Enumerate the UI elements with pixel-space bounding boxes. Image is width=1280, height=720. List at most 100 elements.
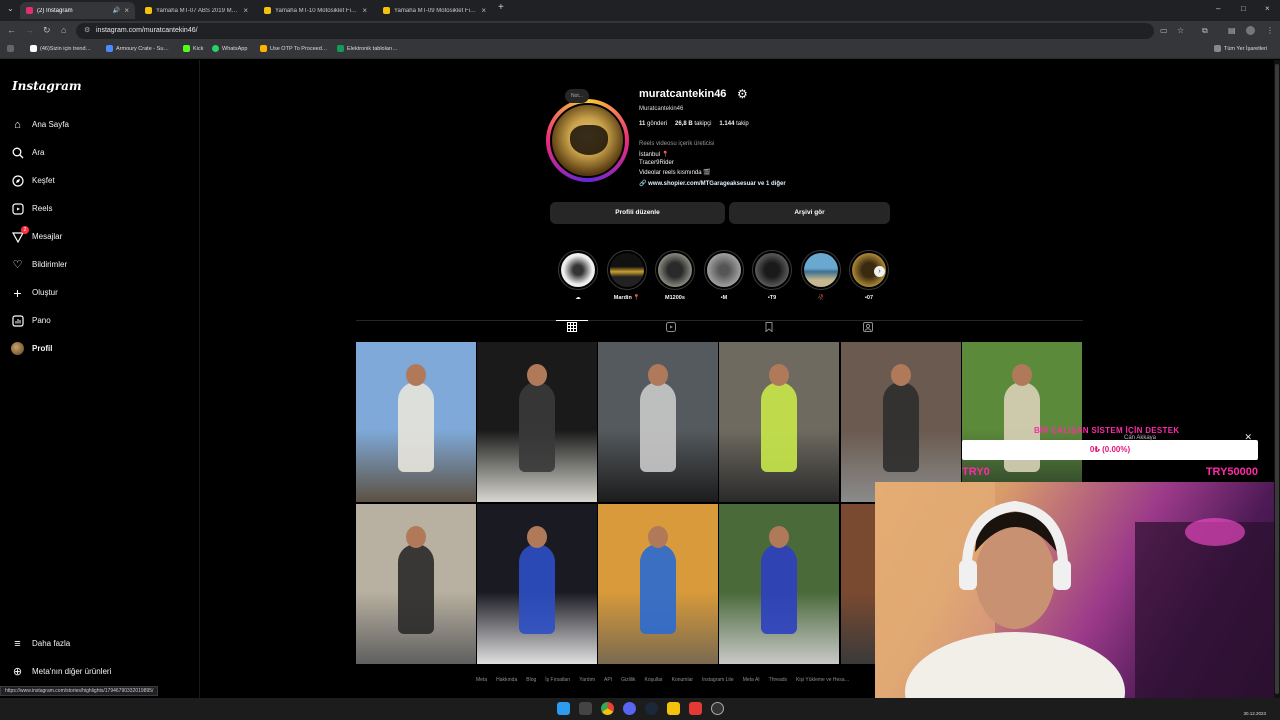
menu-dots-icon[interactable]: ⋮ xyxy=(1266,26,1274,35)
sidebar-item-explore[interactable]: Keşfet xyxy=(11,174,55,187)
back-arrow-icon[interactable]: ← xyxy=(7,25,16,35)
post-thumbnail[interactable] xyxy=(598,504,718,664)
sidebar-item-profile[interactable]: Profil xyxy=(11,342,52,355)
sidebar-icon[interactable]: ▤ xyxy=(1228,26,1236,35)
chrome-icon[interactable] xyxy=(601,702,614,715)
view-archive-button[interactable]: Arşivi gör xyxy=(729,202,890,224)
footer-link[interactable]: API xyxy=(604,677,612,683)
all-bookmarks[interactable]: Tüm Yer İşaretleri xyxy=(1214,45,1267,52)
bookmark-item[interactable]: Armoury Crate - Su… xyxy=(106,45,169,52)
sidebar-item-search[interactable]: Ara xyxy=(11,146,44,159)
sidebar-item-home[interactable]: ⌂ Ana Sayfa xyxy=(11,118,69,131)
highlight-item[interactable]: ☁ xyxy=(557,250,599,301)
windows-start-icon[interactable] xyxy=(557,702,570,715)
discord-icon[interactable] xyxy=(623,702,636,715)
maximize-icon[interactable]: □ xyxy=(1241,4,1246,13)
browser-tab[interactable]: Yamaha MT-10 Motosiklet Fiya… × xyxy=(258,2,373,19)
star-icon[interactable]: ☆ xyxy=(1177,26,1184,35)
bookmark-item[interactable]: (46)Sizin için trend… xyxy=(30,45,91,52)
apps-grid-icon[interactable] xyxy=(7,45,14,52)
note-bubble[interactable]: Not... xyxy=(565,89,589,103)
footer-link[interactable]: Blog xyxy=(526,677,536,683)
tab-posts[interactable] xyxy=(561,322,583,338)
browser-tab[interactable]: Yamaha MT-07 ABS 2019 Mod… × xyxy=(139,2,254,19)
home-icon[interactable]: ⌂ xyxy=(61,25,66,35)
edit-profile-button[interactable]: Profili düzenle xyxy=(550,202,725,224)
footer-link[interactable]: Kişi Yükleme ve Hesa… xyxy=(796,677,850,683)
footer-link[interactable]: İş Fırsatları xyxy=(545,677,570,683)
close-icon[interactable]: ✕ xyxy=(1244,432,1252,443)
close-window-icon[interactable]: × xyxy=(1265,4,1270,13)
post-thumbnail[interactable] xyxy=(356,504,476,664)
steam-icon[interactable] xyxy=(645,702,658,715)
browser-tab[interactable]: (2) Instagram 🔊 × xyxy=(20,2,135,19)
highlight-item[interactable]: •07 xyxy=(848,250,890,301)
url-input[interactable]: ⚙ instagram.com/muratcantekin46/ xyxy=(76,23,1154,39)
highlights-next-arrow-icon[interactable]: › xyxy=(874,266,885,277)
obs-icon[interactable] xyxy=(711,702,724,715)
browser-tab[interactable]: Yamaha MT-09 Motosiklet Fiya… × xyxy=(377,2,492,19)
forward-arrow-icon[interactable]: → xyxy=(25,25,34,35)
post-thumbnail[interactable] xyxy=(719,342,839,502)
post-thumbnail[interactable] xyxy=(356,342,476,502)
sidebar-item-messages[interactable]: 2 Mesajlar xyxy=(11,226,62,243)
post-thumbnail[interactable] xyxy=(598,342,718,502)
tab-reels[interactable] xyxy=(660,322,682,338)
tab-tagged[interactable] xyxy=(857,322,879,338)
sidebar-item-create[interactable]: + Oluştur xyxy=(11,285,57,301)
close-tab-icon[interactable]: × xyxy=(243,6,248,15)
following-count[interactable]: 1.144 takip xyxy=(719,121,748,127)
close-tab-icon[interactable]: × xyxy=(481,6,486,15)
sidebar-more[interactable]: ≡ Daha fazla xyxy=(11,637,70,650)
footer-link[interactable]: Meta AI xyxy=(743,677,760,683)
tab-saved[interactable] xyxy=(758,322,780,338)
extensions-icon[interactable]: ⧉ xyxy=(1202,26,1208,36)
new-tab-plus-icon[interactable]: + xyxy=(498,2,504,13)
close-tab-icon[interactable]: × xyxy=(362,6,367,15)
post-thumbnail[interactable] xyxy=(477,504,597,664)
highlight-item[interactable]: M1200s xyxy=(654,250,696,301)
profile-stats: 11 gönderi 26,8 B takipçi 1.144 takip xyxy=(639,121,749,127)
highlight-item[interactable]: •M xyxy=(703,250,745,301)
sidebar-item-reels[interactable]: Reels xyxy=(11,202,52,215)
minimize-icon[interactable]: – xyxy=(1216,4,1220,13)
site-info-icon[interactable]: ⚙ xyxy=(84,23,90,39)
post-thumbnail[interactable] xyxy=(841,342,961,502)
instagram-logo[interactable]: Instagram xyxy=(12,79,82,93)
footer-link[interactable]: Threads xyxy=(769,677,787,683)
profile-avatar[interactable] xyxy=(1246,26,1255,35)
bookmark-item[interactable]: Kick xyxy=(183,45,203,52)
cast-icon[interactable]: ▭ xyxy=(1160,26,1168,35)
footer-link[interactable]: Konumlar xyxy=(672,677,693,683)
followers-count[interactable]: 26,8 B takipçi xyxy=(675,121,711,127)
reels-tab-icon xyxy=(666,322,676,332)
scrollbar-thumb[interactable] xyxy=(1275,64,1279,694)
footer-link[interactable]: Meta xyxy=(476,677,487,683)
profile-picture[interactable] xyxy=(550,103,625,178)
bolt-icon[interactable] xyxy=(667,702,680,715)
highlight-item[interactable]: Mardin 📍 xyxy=(606,250,648,301)
bookmark-item[interactable]: WhatsApp xyxy=(212,45,247,52)
mute-icon[interactable]: 🔊 xyxy=(113,7,120,14)
tab-search-icon[interactable]: ⌄ xyxy=(7,4,14,13)
bio-link[interactable]: 🔗 www.shopier.com/MTGarageaksesuar ve 1 … xyxy=(639,180,786,187)
highlight-item[interactable]: •T9 xyxy=(751,250,793,301)
highlight-item[interactable]: 🥀 xyxy=(800,250,842,301)
bookmark-item[interactable]: Elektronik tabloları… xyxy=(337,45,398,52)
search-icon[interactable] xyxy=(579,702,592,715)
post-thumbnail[interactable] xyxy=(719,504,839,664)
post-thumbnail[interactable] xyxy=(477,342,597,502)
footer-link[interactable]: Yardım xyxy=(579,677,595,683)
close-tab-icon[interactable]: × xyxy=(124,6,129,15)
settings-gear-icon[interactable]: ⚙ xyxy=(737,87,748,101)
sidebar-item-notifications[interactable]: ♡ Bildirimler xyxy=(11,258,68,271)
record-icon[interactable] xyxy=(689,702,702,715)
footer-link[interactable]: Koşullar xyxy=(645,677,663,683)
sidebar-item-dashboard[interactable]: Pano xyxy=(11,314,51,327)
footer-link[interactable]: Hakkında xyxy=(496,677,517,683)
sidebar-meta-products[interactable]: ⊕ Meta'nın diğer ürünleri xyxy=(11,665,111,678)
footer-link[interactable]: Instagram Lite xyxy=(702,677,734,683)
footer-link[interactable]: Gizlilik xyxy=(621,677,635,683)
reload-icon[interactable]: ↻ xyxy=(43,25,51,36)
bookmark-item[interactable]: Use OTP To Proceed… xyxy=(260,45,327,52)
